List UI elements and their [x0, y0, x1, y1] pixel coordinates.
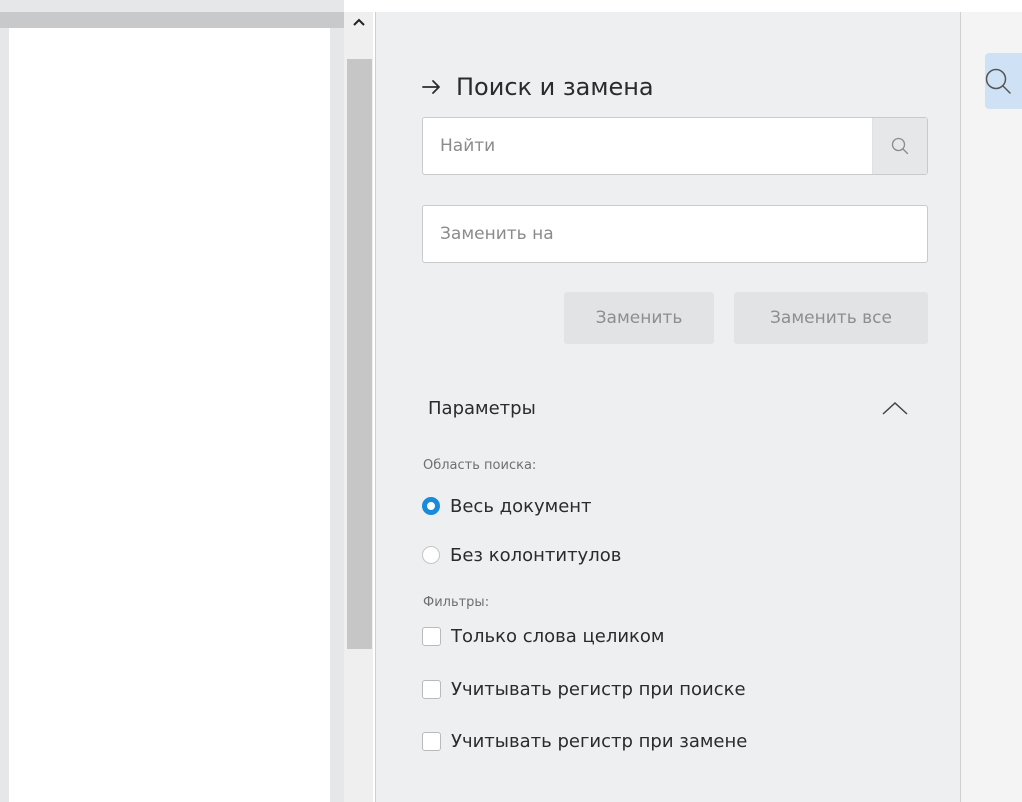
filters-label: Фильтры:: [423, 595, 490, 610]
option-label: Только слова целиком: [451, 625, 665, 647]
document-area: [0, 0, 344, 802]
replace-all-button[interactable]: Заменить все: [734, 292, 928, 344]
filter-whole-words[interactable]: Только слова целиком: [422, 621, 665, 651]
panel-title: Поиск и замена: [456, 73, 654, 101]
find-search-button[interactable]: [872, 118, 927, 174]
checkbox[interactable]: [422, 731, 441, 751]
find-input[interactable]: [423, 118, 872, 174]
replace-button[interactable]: Заменить: [564, 292, 714, 344]
filter-match-case-replace[interactable]: Учитывать регистр при замене: [422, 726, 747, 756]
scroll-up-button[interactable]: [344, 12, 373, 56]
arrow-right-icon[interactable]: [422, 79, 442, 95]
radio-unselected[interactable]: [422, 546, 440, 564]
scrollbar-thumb[interactable]: [347, 59, 372, 649]
scope-option-without-headers[interactable]: Без колонтитулов: [422, 540, 621, 570]
search-icon: [891, 137, 909, 155]
search-scope-label: Область поиска:: [423, 458, 537, 473]
parameters-title: Параметры: [428, 397, 536, 419]
find-field: [422, 117, 928, 175]
vertical-scrollbar[interactable]: [344, 12, 373, 802]
checkbox[interactable]: [422, 679, 441, 699]
option-label: Учитывать регистр при замене: [451, 730, 748, 752]
chevron-up-icon: [882, 401, 908, 415]
right-sidebar-rail: [961, 12, 1022, 802]
option-label: Без колонтитулов: [450, 544, 622, 566]
rail-search-button[interactable]: [985, 53, 1022, 109]
replace-field: [422, 205, 928, 263]
document-ruler-strip: [0, 12, 344, 28]
scope-option-whole-document[interactable]: Весь документ: [422, 491, 592, 521]
chevron-up-icon: [352, 18, 365, 26]
app-window: Поиск и замена Заменить Заменить все Пар…: [0, 0, 1022, 802]
search-replace-panel: Поиск и замена Заменить Заменить все Пар…: [376, 12, 961, 802]
parameters-section-toggle[interactable]: Параметры: [428, 382, 908, 434]
panel-header: Поиск и замена: [422, 70, 654, 104]
replace-input[interactable]: [423, 206, 927, 262]
document-page[interactable]: [9, 28, 330, 802]
checkbox[interactable]: [422, 626, 441, 646]
search-icon: [985, 68, 1011, 94]
option-label: Учитывать регистр при поиске: [451, 678, 746, 700]
filter-match-case-search[interactable]: Учитывать регистр при поиске: [422, 674, 746, 704]
option-label: Весь документ: [450, 495, 592, 517]
radio-selected[interactable]: [422, 497, 440, 515]
